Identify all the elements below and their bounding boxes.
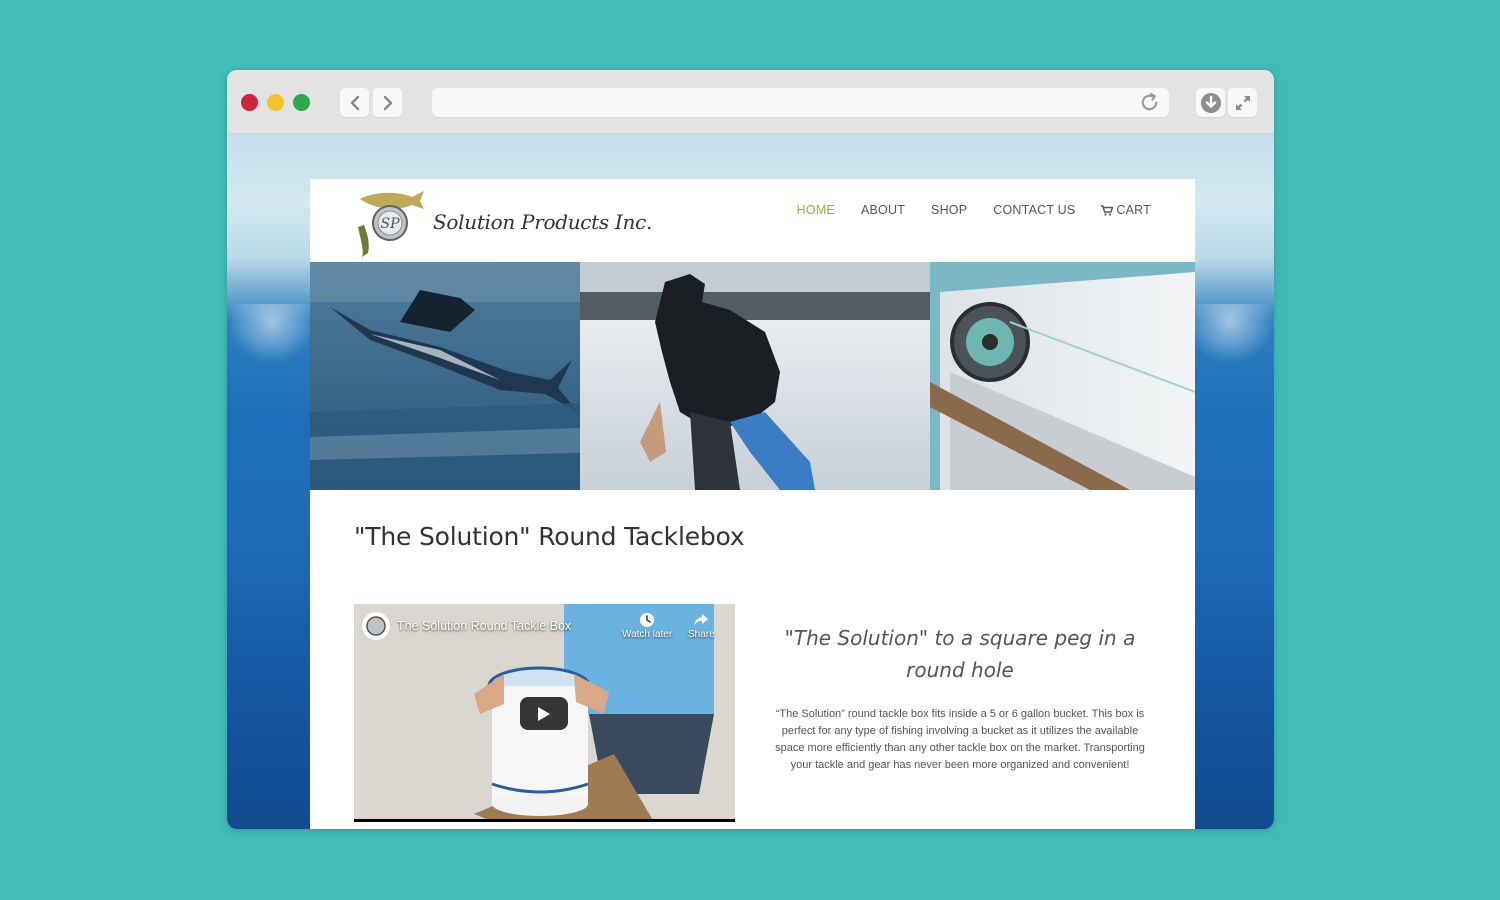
fullscreen-button[interactable] [1228,88,1257,117]
banner-illustration [310,262,1195,490]
chevron-right-icon [383,95,392,110]
cart-icon [1101,204,1114,216]
download-icon [1200,92,1221,113]
channel-avatar[interactable] [362,612,390,640]
download-button[interactable] [1196,88,1225,117]
description-text: “The Solution” round tackle box fits ins… [775,708,1145,771]
back-button[interactable] [340,88,369,117]
nav-shop[interactable]: SHOP [931,203,967,217]
brand-name: Solution Products Inc. [433,210,653,234]
svg-text:SP: SP [380,216,400,232]
background-wave [227,304,317,364]
browser-titlebar [227,70,1274,134]
fish-logo-icon: SP [358,191,424,257]
site-logo[interactable]: SP Solution Products Inc. [354,187,652,257]
main-content: "The Solution" Round Tacklebox The Solut… [310,522,1195,822]
zoom-window-button[interactable] [293,94,310,111]
nav-contact-us[interactable]: CONTACT US [993,203,1075,217]
nav-cart[interactable]: CART [1101,203,1151,217]
address-bar[interactable] [432,88,1169,117]
nav-cart-label: CART [1116,203,1151,217]
main-nav: HOME ABOUT SHOP CONTACT US CART [797,203,1151,217]
play-button[interactable] [520,697,568,730]
share-label: Share [688,629,715,640]
video-player[interactable]: The Solution Round Tackle Box Watch late… [354,604,735,822]
expand-icon [1235,95,1250,110]
video-title[interactable]: The Solution Round Tackle Box [397,619,571,633]
reload-icon[interactable] [1138,91,1161,114]
tagline: "The Solution" to a square peg in a roun… [784,626,1136,682]
watch-later-label: Watch later [622,629,673,640]
minimize-window-button[interactable] [267,94,284,111]
product-description: "The Solution" to a square peg in a roun… [770,622,1150,774]
background-wave [1185,304,1274,364]
site-header: SP Solution Products Inc. HOME ABOUT SHO… [310,179,1195,262]
play-icon [538,706,550,721]
page-title: "The Solution" Round Tacklebox [354,522,745,551]
close-window-button[interactable] [241,94,258,111]
chevron-left-icon [350,95,359,110]
clock-icon [640,613,655,627]
logo-emblem: SP [354,187,429,257]
nav-home[interactable]: HOME [797,203,835,217]
share-button[interactable]: Share [688,612,715,640]
channel-logo-icon [366,616,386,636]
browser-window: SP Solution Products Inc. HOME ABOUT SHO… [227,70,1274,829]
nav-about[interactable]: ABOUT [861,203,905,217]
watch-later-button[interactable]: Watch later [622,612,672,640]
forward-button[interactable] [373,88,402,117]
hero-banner-image [310,262,1195,490]
page-viewport: SP Solution Products Inc. HOME ABOUT SHO… [227,134,1274,829]
site-container: SP Solution Products Inc. HOME ABOUT SHO… [310,179,1195,829]
share-icon [694,614,709,626]
